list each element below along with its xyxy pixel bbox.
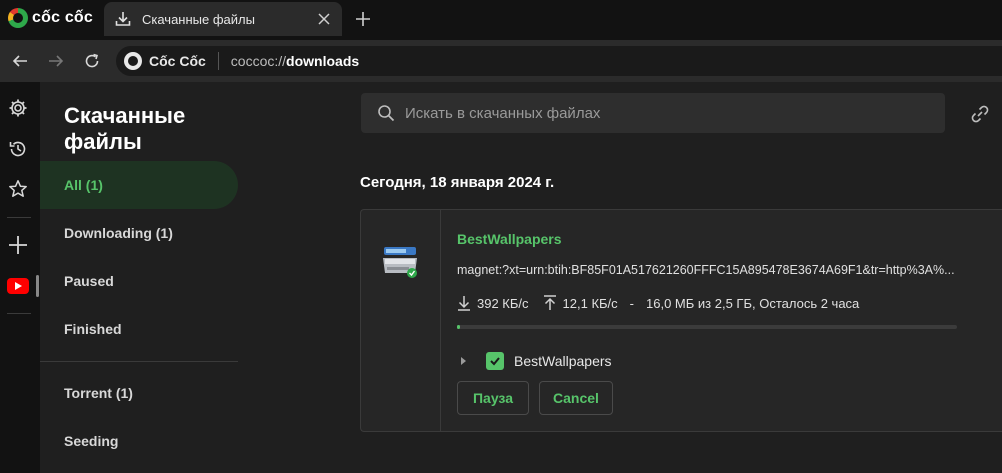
subfile-row: BestWallpapers: [461, 352, 612, 370]
tab-title: Скачанные файлы: [142, 11, 255, 27]
pause-button[interactable]: Пауза: [457, 381, 529, 415]
download-speed-icon: [457, 294, 473, 312]
history-icon: [9, 141, 26, 157]
star-icon: [9, 180, 27, 197]
link-button[interactable]: [968, 102, 992, 126]
url-text: coccoc://downloads: [230, 53, 360, 69]
settings-button[interactable]: [6, 96, 30, 120]
youtube-icon[interactable]: [7, 278, 29, 294]
nav-divider: [40, 361, 238, 362]
coccoc-icon: [124, 52, 142, 70]
gear-icon: [9, 99, 27, 117]
active-app-marker: [36, 275, 39, 297]
subfile-name: BestWallpapers: [514, 353, 612, 369]
link-icon: [971, 105, 989, 123]
address-bar[interactable]: Cốc Cốc coccoc://downloads: [116, 46, 1002, 76]
sidebar-divider: [7, 217, 31, 218]
new-tab-button[interactable]: [352, 8, 374, 30]
date-heading: Сегодня, 18 января 2024 г.: [360, 174, 555, 191]
sidebar-divider: [7, 313, 31, 314]
nav-all[interactable]: All (1): [40, 161, 238, 209]
search-box: [361, 93, 945, 133]
search-input[interactable]: [405, 104, 925, 122]
history-button[interactable]: [6, 137, 30, 161]
forward-button[interactable]: [44, 49, 68, 73]
back-button[interactable]: [8, 49, 32, 73]
tab-strip: cốc cốc Скачанные файлы: [0, 0, 1002, 40]
nav-downloading[interactable]: Downloading (1): [40, 209, 238, 257]
reload-button[interactable]: [80, 49, 104, 73]
plus-icon: [9, 236, 27, 254]
nav-finished[interactable]: Finished: [40, 305, 238, 353]
brand-name: cốc cốc: [32, 9, 93, 26]
cancel-button[interactable]: Cancel: [539, 381, 613, 415]
download-item: BestWallpapers magnet:?xt=urn:btih:BF85F…: [360, 209, 1002, 432]
stats-separator: -: [629, 295, 635, 311]
transfer-stats: 392 КБ/с 12,1 КБ/с - 16,0 МБ из 2,5 ГБ, …: [457, 294, 859, 312]
reload-icon: [85, 53, 99, 68]
nav-seeding[interactable]: Seeding: [40, 417, 238, 465]
arrow-left-icon: [12, 55, 27, 67]
hard-drive-icon: [383, 247, 417, 278]
file-url: magnet:?xt=urn:btih:BF85F01A517621260FFF…: [457, 263, 955, 277]
bookmarks-button[interactable]: [6, 177, 30, 201]
omnibox-divider: [217, 52, 219, 70]
coccoc-logo-icon: [8, 8, 28, 28]
file-icon-column: [361, 210, 441, 431]
coccoc-brand[interactable]: cốc cốc: [8, 8, 93, 28]
nav-torrent[interactable]: Torrent (1): [40, 369, 238, 417]
add-sidebar-app-button[interactable]: [6, 233, 30, 257]
tab-downloads[interactable]: Скачанные файлы: [104, 2, 342, 36]
upload-speed: 12,1 КБ/с: [562, 295, 618, 311]
expand-arrow-icon[interactable]: [461, 357, 466, 365]
upload-speed-icon: [543, 294, 559, 312]
download-icon: [115, 12, 131, 26]
progress-bar: [457, 325, 957, 329]
omnibox-brand: Cốc Cốc: [149, 53, 206, 69]
browser-sidebar: [0, 82, 40, 473]
download-speed: 392 КБ/с: [477, 295, 529, 311]
checkmark-icon: [490, 357, 500, 366]
progress-text: 16,0 МБ из 2,5 ГБ, Осталось 2 часа: [646, 295, 860, 311]
nav-paused[interactable]: Paused: [40, 257, 238, 305]
progress-fill: [457, 325, 460, 329]
downloads-nav: Скачанные файлы All (1) Downloading (1) …: [40, 82, 238, 473]
plus-icon: [356, 12, 370, 26]
search-icon: [378, 105, 395, 122]
file-name-link[interactable]: BestWallpapers: [457, 231, 562, 247]
toolbar: Cốc Cốc coccoc://downloads: [0, 40, 1002, 82]
page-title: Скачанные файлы: [64, 103, 186, 154]
close-tab-icon[interactable]: [312, 7, 336, 31]
subfile-checkbox[interactable]: [486, 352, 504, 370]
arrow-right-icon: [49, 55, 64, 67]
